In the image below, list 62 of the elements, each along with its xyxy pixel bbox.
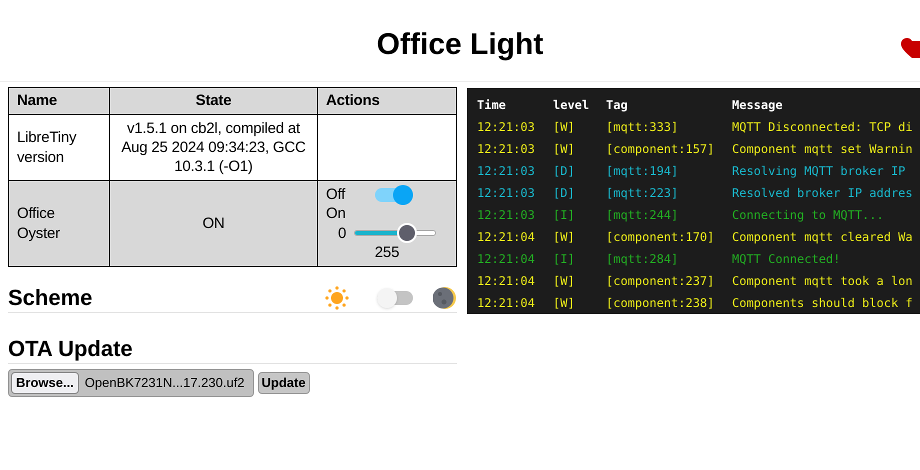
toggle-switch[interactable] bbox=[375, 188, 414, 202]
browse-button[interactable]: Browse... bbox=[11, 372, 79, 394]
update-button[interactable]: Update bbox=[258, 372, 310, 394]
slider-max-label: 255 bbox=[374, 243, 400, 262]
log-message: Resolving MQTT broker IP bbox=[732, 163, 906, 180]
log-level: [W] bbox=[553, 119, 576, 136]
section-heading: OTA Update bbox=[8, 335, 457, 364]
column-header: Name bbox=[8, 88, 110, 114]
log-column-header: Message bbox=[732, 97, 783, 114]
log-tag: [component:170] bbox=[606, 228, 732, 246]
log-level: [W] bbox=[553, 295, 576, 312]
log-level: [W] bbox=[553, 229, 576, 246]
log-message: Components should block f bbox=[732, 295, 913, 312]
on-label: On bbox=[326, 204, 347, 223]
log-level: [D] bbox=[553, 163, 576, 180]
log-tag: [mqtt:194] bbox=[606, 162, 732, 180]
off-label: Off bbox=[326, 185, 346, 204]
log-message: Component mqtt set Warnin bbox=[732, 141, 913, 158]
log-tag: [mqtt:284] bbox=[606, 250, 732, 268]
slider-min-label: 0 bbox=[338, 224, 346, 242]
column-header: State bbox=[110, 88, 318, 114]
table-cell: ON bbox=[110, 180, 318, 266]
heart-icon bbox=[901, 38, 920, 60]
log-message: Resolved broker IP addres bbox=[732, 185, 913, 202]
log-level: [I] bbox=[553, 207, 576, 224]
log-column-header: Tag bbox=[606, 97, 629, 114]
log-message: MQTT Disconnected: TCP di bbox=[732, 119, 913, 136]
log-time: 12:21:03 bbox=[477, 141, 536, 158]
page-title: Office Light bbox=[376, 27, 544, 63]
log-column-header: level bbox=[553, 97, 590, 114]
file-name: OpenBK7231N...17.230.uf2 bbox=[84, 374, 246, 392]
log-message: Component mqtt cleared Wa bbox=[732, 229, 913, 246]
log-tag: [mqtt:223] bbox=[606, 184, 732, 202]
log-tag: [mqtt:244] bbox=[606, 206, 732, 224]
file-input[interactable]: Browse... OpenBK7231N...17.230.uf2 bbox=[8, 369, 254, 396]
log-tag: [mqtt:333] bbox=[606, 118, 732, 136]
log-level: [I] bbox=[553, 251, 576, 268]
log-level: [D] bbox=[553, 185, 576, 202]
log-time: 12:21:04 bbox=[477, 229, 536, 246]
log-level: [W] bbox=[553, 141, 576, 158]
log-time: 12:21:03 bbox=[477, 185, 536, 202]
log-tag: [component:237] bbox=[606, 272, 732, 290]
log-message: Connecting to MQTT... bbox=[732, 207, 884, 224]
log-time: 12:21:04 bbox=[477, 295, 536, 312]
log-message: MQTT Connected! bbox=[732, 251, 840, 268]
log-time: 12:21:04 bbox=[477, 251, 536, 268]
log-tag: [component:238] bbox=[606, 294, 732, 312]
section-heading: Scheme bbox=[8, 284, 92, 312]
log-tag: [component:157] bbox=[606, 140, 732, 158]
sun-icon bbox=[325, 286, 349, 310]
log-time: 12:21:03 bbox=[477, 119, 536, 136]
column-header: Actions bbox=[318, 88, 456, 114]
log-message: Component mqtt took a lon bbox=[732, 273, 913, 290]
log-time: 12:21:03 bbox=[477, 163, 536, 180]
log-time: 12:21:04 bbox=[477, 273, 536, 290]
theme-toggle[interactable] bbox=[377, 290, 413, 304]
table-cell: Office Oyster bbox=[8, 180, 110, 266]
brightness-slider[interactable] bbox=[354, 223, 436, 243]
log-level: [W] bbox=[553, 273, 576, 290]
log-column-header: Time bbox=[477, 97, 507, 114]
log-time: 12:21:03 bbox=[477, 207, 536, 224]
moon-icon bbox=[433, 286, 457, 310]
